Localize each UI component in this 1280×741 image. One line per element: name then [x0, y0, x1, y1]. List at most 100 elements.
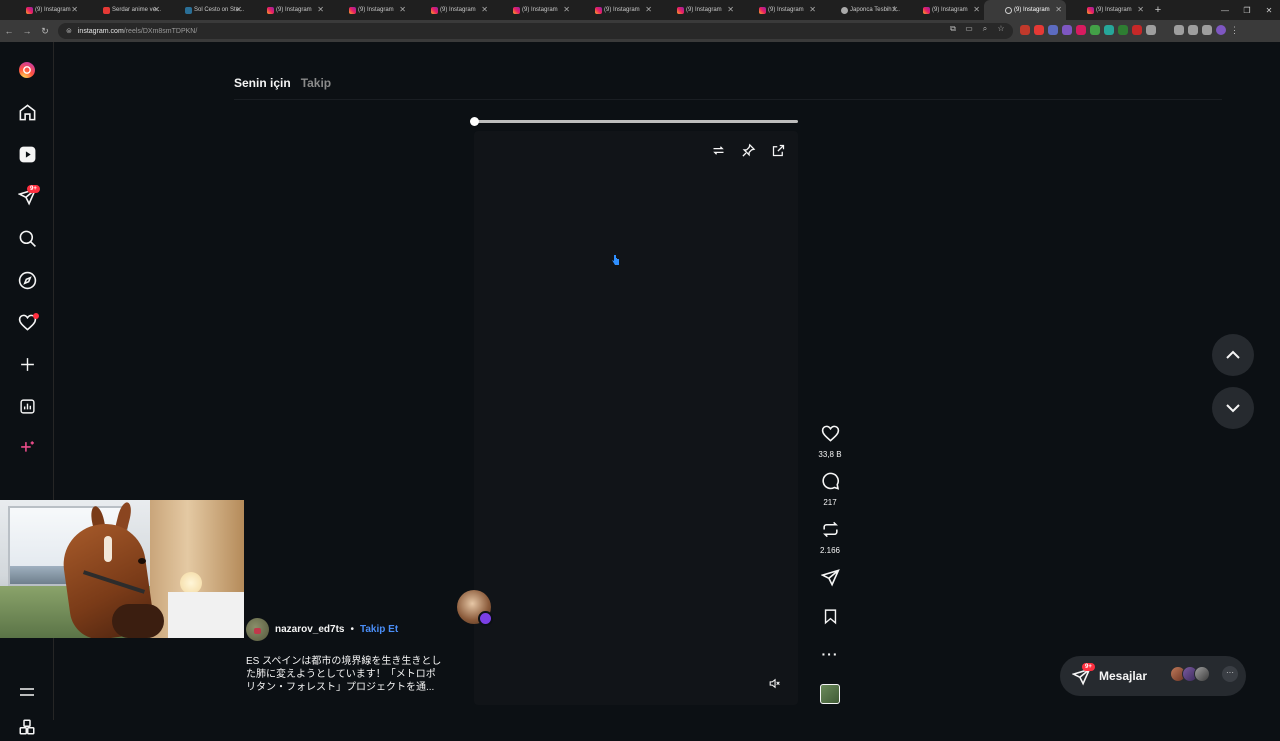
extension-icon[interactable]	[1118, 25, 1128, 35]
next-reel-button[interactable]	[1212, 387, 1254, 429]
dashboard-icon[interactable]	[17, 396, 37, 416]
close-tab-icon[interactable]: ✕	[645, 5, 652, 14]
follow-button[interactable]: Takip Et	[360, 624, 398, 635]
video-progress-bar[interactable]	[470, 117, 798, 126]
bookmark-star-icon[interactable]: ☆	[993, 24, 1009, 34]
browser-tab[interactable]: (9) Instagram ✕	[328, 0, 410, 20]
explore-compass-icon[interactable]	[17, 270, 37, 290]
close-tab-icon[interactable]: ✕	[235, 5, 242, 14]
extension-icon[interactable]	[1020, 25, 1030, 35]
bookmark-icon[interactable]	[822, 608, 839, 625]
close-window-icon[interactable]: ✕	[1258, 6, 1280, 15]
extension-icon[interactable]	[1062, 25, 1072, 35]
close-tab-icon[interactable]: ✕	[399, 5, 406, 14]
browser-tab[interactable]: (9) Instagram ✕	[246, 0, 328, 20]
like-heart-icon[interactable]	[821, 424, 840, 443]
close-tab-icon[interactable]: ✕	[71, 5, 78, 14]
forward-icon[interactable]: →	[18, 26, 36, 36]
messages-button[interactable]: Mesajlar	[1060, 656, 1246, 696]
more-options-icon[interactable]: ···	[812, 646, 848, 662]
like-count: 33,8 B	[818, 450, 842, 459]
reload-icon[interactable]: ↻	[36, 26, 54, 37]
more-icon[interactable]: ···	[1222, 666, 1238, 682]
extension-icon[interactable]	[1132, 25, 1142, 35]
tab-title: (9) Instagram	[35, 7, 71, 13]
avatar[interactable]	[1216, 25, 1226, 35]
browser-tab[interactable]: (9) Instagram ✕	[574, 0, 656, 20]
browser-tab[interactable]: (9) Instagram ✕	[410, 0, 492, 20]
browser-tab[interactable]: (9) Instagram ✕	[656, 0, 738, 20]
close-tab-icon[interactable]: ✕	[1137, 5, 1144, 14]
also-from-meta-icon[interactable]	[18, 718, 36, 741]
browser-menu-icon[interactable]: ⋮	[1230, 25, 1239, 35]
browser-tab[interactable]: (9) Instagram ✕	[738, 0, 820, 20]
new-tab-button[interactable]: +	[1148, 4, 1168, 16]
extension-icon[interactable]	[1104, 25, 1114, 35]
close-tab-icon[interactable]: ✕	[153, 5, 160, 14]
notification-badge: 9+	[27, 185, 40, 193]
browser-tab[interactable]: Sol Cesto on Ste... ✕	[164, 0, 246, 20]
extension-icon[interactable]	[1090, 25, 1100, 35]
audio-thumbnail[interactable]	[820, 684, 840, 704]
minimize-icon[interactable]: —	[1214, 6, 1236, 15]
browser-tab-active[interactable]: (9) Instagram ✕	[984, 0, 1066, 20]
search-icon[interactable]	[17, 228, 37, 248]
sidepanel-icon[interactable]	[1188, 25, 1198, 35]
back-icon[interactable]: ←	[0, 26, 18, 36]
tab-title: (9) Instagram	[358, 7, 394, 13]
tab-following[interactable]: Takip	[301, 76, 331, 90]
repost-icon[interactable]	[821, 520, 840, 539]
site-info-icon[interactable]: ⊜	[66, 27, 72, 35]
browser-tab[interactable]: (9) Instagram ✕	[1066, 0, 1148, 20]
close-tab-icon[interactable]: ✕	[973, 5, 980, 14]
username[interactable]: nazarov_ed7ts	[275, 624, 344, 635]
chevron-up-icon	[1226, 350, 1240, 359]
audio-sticker-avatar[interactable]	[457, 590, 493, 626]
meta-ai-sparkle-icon[interactable]	[17, 438, 37, 458]
reels-icon[interactable]	[17, 144, 37, 164]
menu-icon[interactable]	[19, 685, 35, 704]
tab-title: (9) Instagram	[522, 7, 558, 13]
profile-icon[interactable]	[1202, 25, 1212, 35]
browser-tab[interactable]: (9) Instagram ✕	[902, 0, 984, 20]
close-tab-icon[interactable]: ✕	[1055, 5, 1062, 14]
cast-icon[interactable]: ▭	[961, 24, 977, 34]
youtube-icon	[103, 7, 110, 14]
url-field[interactable]: ⊜ instagram.com/reels/DXm8smTDPKN/	[58, 23, 1013, 39]
reel-video[interactable]	[474, 131, 798, 705]
downloads-icon[interactable]	[1174, 25, 1184, 35]
browser-tab[interactable]: (9) Instagram ✕	[492, 0, 574, 20]
extension-icon[interactable]	[1034, 25, 1044, 35]
open-external-icon[interactable]	[768, 140, 788, 160]
pin-icon[interactable]	[738, 140, 758, 160]
tab-for-you[interactable]: Senin için	[234, 76, 291, 90]
create-plus-icon[interactable]	[17, 354, 37, 374]
maximize-icon[interactable]: ❐	[1236, 6, 1258, 15]
extensions-puzzle-icon[interactable]	[1146, 25, 1156, 35]
avatar[interactable]	[246, 618, 269, 641]
comment-count: 217	[823, 498, 837, 507]
remix-icon[interactable]	[708, 140, 728, 160]
share-icon[interactable]	[819, 568, 840, 587]
mute-icon[interactable]	[768, 677, 781, 695]
home-icon[interactable]	[17, 102, 37, 122]
close-tab-icon[interactable]: ✕	[809, 5, 816, 14]
instagram-logo-icon[interactable]	[17, 60, 37, 80]
close-tab-icon[interactable]: ✕	[481, 5, 488, 14]
zoom-icon[interactable]: ⌕	[977, 24, 993, 34]
close-tab-icon[interactable]: ✕	[563, 5, 570, 14]
previous-reel-button[interactable]	[1212, 334, 1254, 376]
close-tab-icon[interactable]: ✕	[317, 5, 324, 14]
comment-icon[interactable]	[821, 472, 840, 491]
close-tab-icon[interactable]: ✕	[891, 5, 898, 14]
close-tab-icon[interactable]: ✕	[727, 5, 734, 14]
browser-tab[interactable]: Japonca Tesbih f... ✕	[820, 0, 902, 20]
progress-handle[interactable]	[470, 117, 479, 126]
browser-tab[interactable]: (9) Instagram ✕	[0, 0, 82, 20]
post-caption[interactable]: ES スペインは都市の境界線を生き生きとし た肺に変えようとしています！「メトロ…	[246, 655, 452, 694]
music-note-icon	[478, 611, 493, 626]
browser-tab[interactable]: Serdar anime ve... ✕	[82, 0, 164, 20]
translate-icon[interactable]: ⧉	[945, 24, 961, 34]
extension-icon[interactable]	[1076, 25, 1086, 35]
extension-icon[interactable]	[1048, 25, 1058, 35]
